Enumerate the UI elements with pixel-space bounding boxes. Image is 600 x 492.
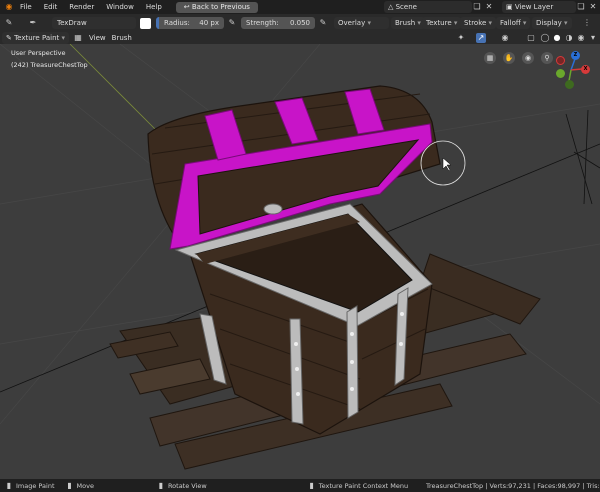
xray-icon[interactable]: ▢ (526, 33, 536, 43)
menu-render[interactable]: Render (63, 3, 100, 11)
header-brush-menu[interactable]: Brush (112, 34, 138, 42)
tool-icon[interactable]: ✎ (4, 18, 14, 28)
brush-name-field[interactable]: TexDraw (52, 17, 136, 29)
texture-menu[interactable]: Texture (422, 17, 462, 29)
gizmo-x-icon[interactable]: X (581, 65, 590, 74)
color-swatch-icon[interactable] (140, 17, 151, 29)
view-layer-close-icon[interactable]: ✕ (588, 2, 598, 12)
stroke-menu[interactable]: Stroke (460, 17, 497, 29)
scene-render[interactable] (0, 44, 600, 479)
view-pan-icon[interactable]: ✋ (503, 52, 515, 64)
gizmo-y-icon[interactable] (556, 69, 565, 78)
mouse-icon: ▮ (6, 480, 12, 490)
brush-icon[interactable]: ✒ (28, 18, 38, 28)
header-view-menu[interactable]: View (83, 34, 112, 42)
menu-help[interactable]: Help (140, 3, 168, 11)
camera-object (565, 109, 600, 205)
menu-edit[interactable]: Edit (38, 3, 64, 11)
scene-selector[interactable]: △ Scene (384, 1, 472, 13)
active-object-label: (242) TreasureChestTop (11, 61, 88, 69)
status-move: Move (76, 481, 94, 490)
solid-shading-icon[interactable]: ● (552, 33, 562, 43)
mode-dropdown[interactable]: ✎ Texture Paint (2, 32, 70, 44)
radius-field[interactable]: Radius: 40 px (156, 17, 224, 29)
3d-viewport[interactable]: User Perspective (242) TreasureChestTop … (0, 44, 600, 479)
status-image-paint: Image Paint (16, 481, 55, 490)
mouse-cursor-icon (442, 157, 452, 172)
mouse-rotate-icon: ▮ (158, 480, 164, 490)
grid-view-icon[interactable]: ▦ (484, 52, 496, 64)
view-layer-selector[interactable]: ▣ View Layer (502, 1, 576, 13)
gizmo-toggle-icon[interactable]: ✦ (456, 33, 466, 43)
strength-field[interactable]: Strength: 0.050 (241, 17, 315, 29)
perspective-label: User Perspective (11, 49, 66, 57)
mouse-move-icon: ▮ (67, 480, 72, 490)
menu-file[interactable]: File (14, 3, 38, 11)
view-layer-icon: ▣ (506, 3, 515, 11)
brush-menu[interactable]: Brush (391, 17, 425, 29)
camera-icon[interactable]: ◉ (522, 52, 534, 64)
material-shading-icon[interactable]: ◑ (564, 33, 574, 43)
snap-icon[interactable]: ↗ (476, 33, 486, 43)
display-menu[interactable]: Display (532, 17, 572, 29)
texture-slot-icon[interactable]: ▦ (73, 33, 83, 43)
gizmo-neg-y-icon[interactable] (565, 80, 574, 89)
rendered-shading-icon[interactable]: ◉ (576, 33, 586, 43)
blend-mode-dropdown[interactable]: Overlay (334, 17, 389, 29)
blender-logo-icon[interactable]: ◉ (4, 2, 14, 12)
strength-pressure-icon[interactable]: ✎ (318, 18, 328, 28)
status-context-menu: Texture Paint Context Menu (318, 481, 409, 490)
gizmo-z-icon[interactable]: Z (571, 51, 580, 60)
scene-icon: △ (388, 3, 396, 11)
mouse-context-icon: ▮ (309, 480, 314, 490)
tool-settings-bar: ✎ ✒ TexDraw Radius: 40 px ✎ Strength: 0.… (0, 14, 600, 32)
viewport-header: ✎ Texture Paint ▦ View Brush ✦ ↗ ◉ ▢ ◯ ●… (0, 32, 600, 44)
status-stats: TreasureChestTop | Verts:97,231 | Faces:… (426, 481, 600, 490)
menu-window[interactable]: Window (100, 3, 140, 11)
top-menu-bar: ◉ File Edit Render Window Help ↩ Back to… (0, 0, 600, 14)
back-to-previous-button[interactable]: ↩ Back to Previous (175, 1, 258, 13)
status-rotate: Rotate View (167, 481, 207, 490)
status-bar: ▮ Image Paint ▮ Move ▮ Rotate View ▮ Tex… (0, 479, 600, 492)
scene-copy-icon[interactable]: ❏ (472, 2, 482, 12)
options-icon[interactable]: ⋮ (582, 18, 592, 28)
pen-pressure-icon[interactable]: ✎ (227, 18, 237, 28)
scene-close-icon[interactable]: ✕ (484, 2, 494, 12)
overlays-icon[interactable]: ◉ (500, 33, 510, 43)
paint-mode-icon: ✎ (6, 34, 15, 42)
wireframe-shading-icon[interactable]: ◯ (540, 33, 550, 43)
view-layer-copy-icon[interactable]: ❏ (576, 2, 586, 12)
falloff-menu[interactable]: Falloff (496, 17, 531, 29)
gizmo-neg-x-icon[interactable] (556, 56, 565, 65)
navigation-gizmo[interactable]: Z X (550, 50, 596, 96)
back-arrow-icon: ↩ (183, 2, 192, 11)
shading-options-icon[interactable]: ▾ (588, 33, 598, 43)
